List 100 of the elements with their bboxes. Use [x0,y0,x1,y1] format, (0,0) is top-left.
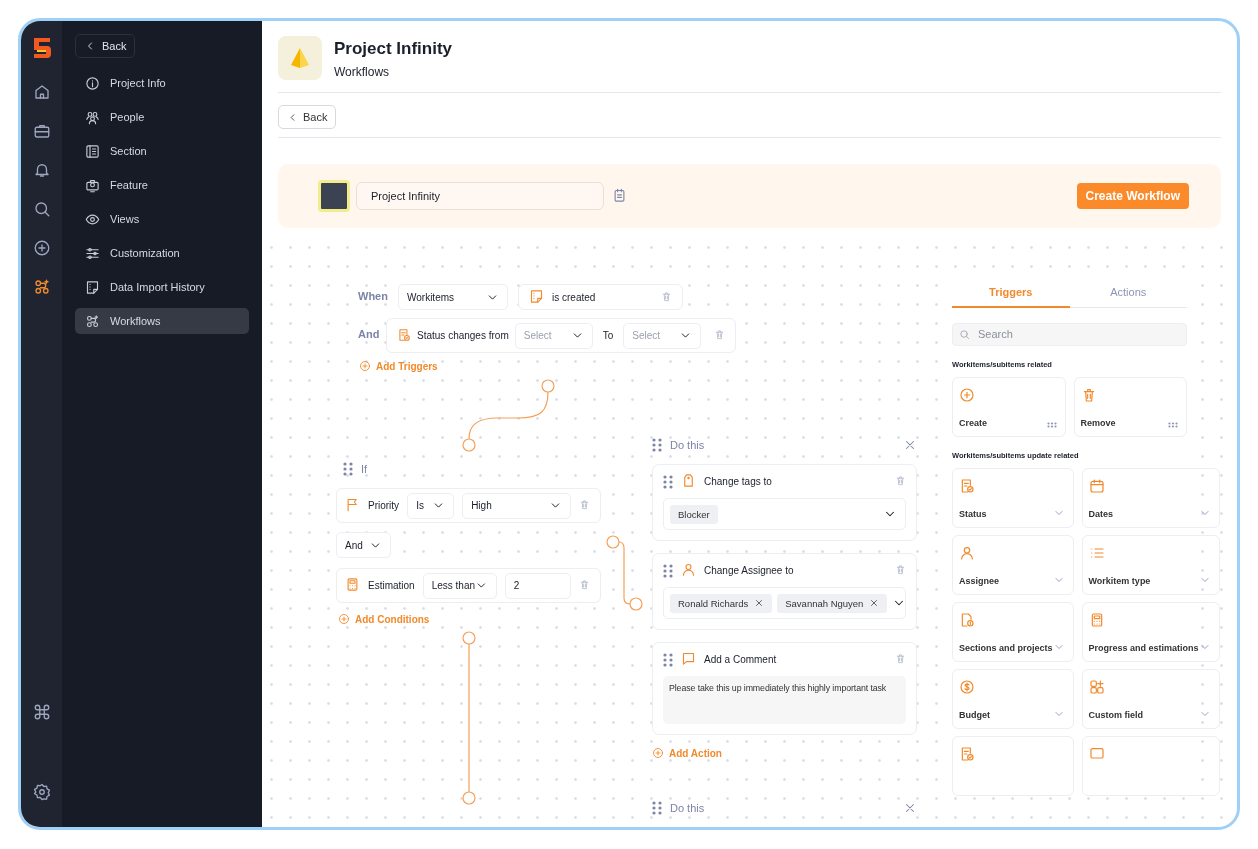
document-icon [529,288,544,304]
drag-handle-icon[interactable] [1168,421,1178,428]
notepad-icon [612,187,627,203]
drag-handle-icon[interactable] [1046,421,1057,428]
trigger-card[interactable]: Remove [1073,376,1187,437]
condition-label: Status changes from [417,330,509,341]
tag-chip: Ronald Richards [670,593,773,613]
sidebar-item[interactable]: Project Info [75,70,249,96]
command-icon[interactable] [32,703,51,721]
trash-icon [895,653,906,664]
trash-icon [895,475,906,486]
back-button[interactable]: Back [278,105,337,129]
project-title: Project Infinity [334,39,453,59]
sidebar-item[interactable]: Customization [75,240,249,266]
when-label: When [358,290,388,302]
action-title: Change tags to [704,476,772,487]
event-label: is created [552,291,596,303]
action-title: Add a Comment [704,654,777,665]
section-icon [85,143,100,159]
to-label: To [602,330,614,341]
grid-plus-icon [1088,678,1105,695]
sidebar-item[interactable]: Section [75,138,249,164]
trigger-card[interactable]: Dates [1081,467,1220,528]
bell-icon[interactable] [32,161,51,179]
search-field[interactable]: Search [952,322,1187,346]
back-button[interactable]: Back [75,34,136,58]
trash-icon [895,564,906,575]
workflow-icon[interactable] [32,278,51,296]
drag-handle-icon[interactable] [652,438,662,452]
trigger-card[interactable]: Progress and estimations [1081,601,1220,662]
dollar-icon [959,678,975,695]
settings-icon[interactable] [32,783,51,801]
tags-field[interactable]: Ronald Richards Savannah Nguyen [663,587,906,619]
drag-handle-icon[interactable] [663,563,673,578]
value-dropdown[interactable]: High [462,492,571,519]
home-icon[interactable] [32,83,51,101]
file-status-icon [959,745,975,762]
user-icon [681,562,696,577]
search-icon[interactable] [32,200,51,218]
operator-dropdown[interactable]: Less than [422,572,497,599]
sliders-icon [85,245,100,261]
remove-icon [754,598,765,608]
app-logo [31,37,52,59]
page-subtitle: Workflows [334,65,391,79]
remove-icon [869,598,880,608]
user-icon [959,544,975,561]
joiner-dropdown[interactable]: And [336,532,391,558]
condition-field-label: Estimation [368,580,415,591]
document-icon [85,279,100,295]
close-icon [903,801,917,815]
plus-circle-icon [652,747,664,759]
trigger-card[interactable]: Budget [952,668,1074,729]
drag-handle-icon[interactable] [343,462,353,476]
tag-icon [681,473,696,488]
plus-circle-icon [959,386,975,403]
file-status-icon [397,327,411,342]
plus-circle-icon[interactable] [32,239,51,257]
trigger-card[interactable]: Custom field [1081,668,1220,729]
plus-circle-icon [359,360,371,372]
trigger-card[interactable]: Status [952,467,1074,528]
condition-field-label: Priority [368,500,400,511]
sidebar-item[interactable]: Views [75,206,249,232]
comment-icon [681,651,696,666]
trigger-card[interactable]: Create [952,376,1066,437]
project-logo [278,36,322,80]
flag-icon [345,497,360,512]
operator-dropdown[interactable]: Is [407,492,455,519]
comment-field[interactable]: Please take this up immediately this highly important task [663,676,906,724]
trigger-card[interactable]: Assignee [952,534,1074,595]
and-label: And [358,328,380,340]
value-input-field[interactable]: 2 [504,572,571,599]
sidebar-item[interactable]: Data Import History [75,274,249,300]
group-title: Do this [670,802,705,814]
color-swatch[interactable] [318,180,350,212]
trigger-card[interactable]: Workitem type [1081,534,1220,595]
eye-icon [85,211,100,227]
drag-handle-icon[interactable] [652,801,662,815]
if-label: If [361,463,368,475]
monitor-icon [85,177,100,193]
sidebar-item[interactable]: Feature [75,172,249,198]
close-icon [903,438,917,452]
tags-field[interactable]: Blocker [663,498,906,530]
drag-handle-icon[interactable] [663,474,673,489]
workflow-icon [85,313,100,329]
trash-icon [579,579,590,590]
file-info-icon [959,611,975,628]
drag-handle-icon[interactable] [663,652,673,667]
trigger-card[interactable]: Sections and projects [952,601,1074,662]
info-icon [85,75,100,91]
action-title: Change Assignee to [704,565,794,576]
trash-icon [714,329,725,340]
workflow-name-field[interactable]: Project Infinity [356,182,604,210]
briefcase-icon[interactable] [32,122,51,140]
file-status-icon [959,477,975,494]
people-icon [85,109,100,125]
sidebar-item[interactable]: People [75,104,249,130]
entity-dropdown[interactable]: Workitems [398,284,508,310]
square-icon [1088,745,1105,762]
sidebar-item[interactable]: Workflows [75,308,249,334]
group-title: Do this [670,439,705,451]
